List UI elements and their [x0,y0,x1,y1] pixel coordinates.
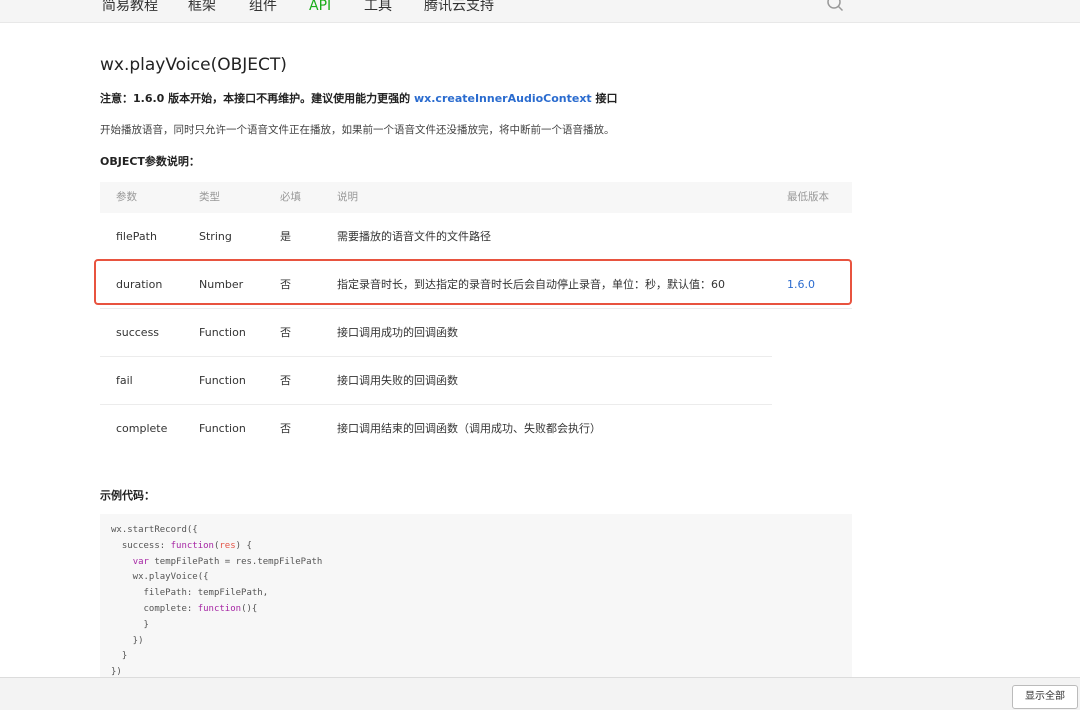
cell-description: 需要播放的语音文件的文件路径 [337,230,491,243]
example-section-label: 示例代码： [100,489,155,502]
header-type: 类型 [199,191,220,203]
header-required: 必填 [280,191,301,203]
cell-type: Number [199,278,244,291]
code-keyword: function [197,603,242,614]
cell-description: 接口调用结束的回调函数（调用成功、失败都会执行） [337,422,601,435]
table-row: duration Number 否 指定录音时长，到达指定的录音时长后会自动停止… [100,261,852,309]
code-keyword: var [132,556,149,567]
table-row: filePath String 是 需要播放的语音文件的文件路径 [100,213,852,261]
code-line: var tempFilePath = res.tempFilePath [100,555,852,571]
code-line: complete: function(){ [100,602,852,618]
code-block: wx.startRecord({ success: function(res) … [100,514,852,684]
cell-param: duration [116,278,163,291]
bottom-bar: 显示全部 [0,677,1080,710]
code-text: tempFilePath = res.tempFilePath [148,556,323,567]
code-line: } [111,619,149,630]
cell-required: 否 [280,374,291,387]
nav-item-tutorial[interactable]: 简易教程 [102,0,158,16]
params-section-label: OBJECT参数说明： [100,155,200,168]
nav-item-framework[interactable]: 框架 [188,0,216,16]
table-header: 参数 类型 必填 说明 最低版本 [100,182,852,213]
table-row: success Function 否 接口调用成功的回调函数 [100,309,772,357]
deprecation-notice: 注意：1.6.0 版本开始，本接口不再维护。建议使用能力更强的 wx.creat… [100,90,618,106]
code-line: wx.startRecord({ [111,525,198,535]
cell-param: filePath [116,230,157,243]
cell-type: Function [199,326,246,339]
code-text: ) { [235,540,252,551]
cell-description: 接口调用失败的回调函数 [337,374,458,387]
nav-item-api[interactable]: API [309,0,331,16]
cell-required: 否 [280,422,291,435]
code-keyword: function [170,540,214,551]
table-row: fail Function 否 接口调用失败的回调函数 [100,357,772,405]
notice-prefix: 注意：1.6.0 版本开始，本接口不再维护。建议使用能力更强的 [100,92,414,105]
cell-param: complete [116,422,168,435]
cell-description: 指定录音时长，到达指定的录音时长后会自动停止录音，单位：秒，默认值：60 [337,278,725,291]
code-text: (){ [241,603,258,614]
cell-param: fail [116,374,133,387]
code-line: filePath: tempFilePath, [111,588,269,599]
inner-audio-context-link[interactable]: wx.createInnerAudioContext [414,92,592,105]
code-arg: res [219,540,236,551]
header-min-version: 最低版本 [787,191,829,203]
cell-type: Function [199,374,246,387]
notice-suffix: 接口 [591,92,618,105]
nav-item-tencent-cloud[interactable]: 腾讯云支持 [424,0,494,16]
cell-min-version[interactable]: 1.6.0 [787,261,815,308]
cell-description: 接口调用成功的回调函数 [337,326,458,339]
code-line: }) [111,635,144,646]
params-table: 参数 类型 必填 说明 最低版本 filePath String 是 需要播放的… [100,182,852,452]
top-nav: 简易教程 框架 组件 API 工具 腾讯云支持 [0,0,1080,23]
search-icon[interactable] [826,0,844,12]
cell-param: success [116,326,160,339]
table-row: complete Function 否 接口调用结束的回调函数（调用成功、失败都… [100,405,772,452]
page-title: wx.playVoice(OBJECT) [100,55,287,75]
cell-required: 否 [280,278,291,291]
code-line: } [111,651,128,662]
cell-required: 否 [280,326,291,339]
cell-type: String [199,230,232,243]
cell-required: 是 [280,230,291,243]
show-all-button[interactable]: 显示全部 [1012,685,1078,709]
header-description: 说明 [337,191,358,203]
code-line: success: function(res) { [100,539,852,555]
api-description: 开始播放语音，同时只允许一个语音文件正在播放，如果前一个语音文件还没播放完，将中… [100,124,615,136]
code-text: success: [111,540,171,551]
header-param: 参数 [116,191,137,203]
code-line: wx.playVoice({ [111,572,209,583]
nav-item-components[interactable]: 组件 [249,0,277,16]
cell-type: Function [199,422,246,435]
nav-item-tools[interactable]: 工具 [364,0,392,16]
code-text: complete: [111,603,198,614]
